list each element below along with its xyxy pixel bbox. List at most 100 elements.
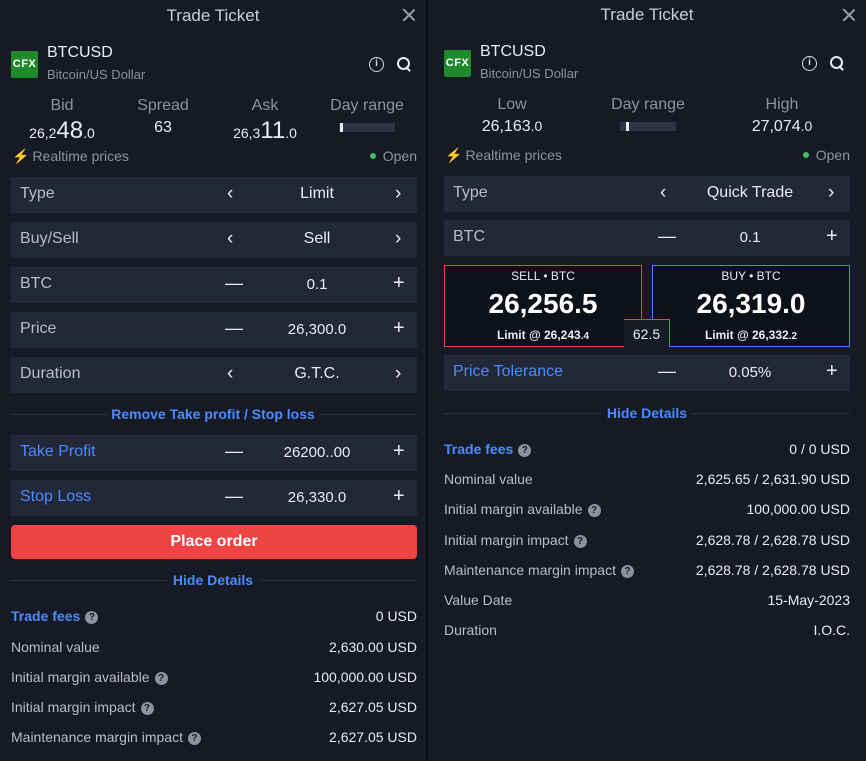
- chevron-right-icon[interactable]: ›: [395, 184, 401, 204]
- value-date-value: 15-May-2023: [767, 592, 851, 608]
- question-icon[interactable]: ?: [573, 535, 587, 548]
- chevron-right-icon[interactable]: ›: [395, 229, 401, 249]
- duration-label: Duration: [20, 365, 81, 382]
- sell-price: 26,256.5: [488, 288, 598, 319]
- duration-label: Duration: [444, 622, 497, 638]
- chevron-right-icon[interactable]: ›: [828, 183, 834, 203]
- instrument-header: CFX BTCUSD Bitcoin/US Dollar i: [428, 42, 866, 82]
- buy-limit: Limit @ 26,332.2: [704, 328, 798, 342]
- divider: [692, 413, 850, 414]
- quantity-value[interactable]: 0.1: [688, 229, 812, 246]
- maintenance-margin-impact-label: Maintenance margin impact?: [444, 562, 634, 578]
- duration-value: G.T.C.: [294, 365, 340, 382]
- close-icon[interactable]: [401, 7, 417, 23]
- maintenance-margin-impact-label: Maintenance margin impact?: [11, 729, 201, 745]
- ask-quote[interactable]: Ask 26,311.0: [226, 97, 304, 145]
- high-quote: High 27,074.0: [742, 96, 822, 136]
- take-profit-stepper: Take Profit — 26200..00 +: [11, 435, 417, 471]
- initial-margin-impact-value: 2,628.78 / 2,628.78 USD: [695, 532, 850, 548]
- divider: [321, 414, 417, 415]
- price-value[interactable]: 26,300.0: [255, 321, 379, 338]
- buy-quick-trade-button[interactable]: BUY • BTC 26,319.0 Limit @ 26,332.2: [652, 265, 850, 347]
- minus-icon[interactable]: —: [658, 361, 676, 382]
- instrument-symbol: BTCUSD: [480, 43, 546, 60]
- cfx-logo: CFX: [444, 50, 471, 77]
- question-icon[interactable]: ?: [620, 565, 634, 578]
- take-profit-value[interactable]: 26200..00: [255, 444, 379, 461]
- info-icon[interactable]: i: [802, 56, 817, 71]
- take-profit-label[interactable]: Take Profit: [20, 443, 96, 461]
- price-tolerance-value[interactable]: 0.05%: [688, 364, 812, 381]
- sell-quick-trade-button[interactable]: SELL • BTC 26,256.5 Limit @ 26,243.4: [444, 265, 642, 347]
- question-icon[interactable]: ?: [587, 504, 601, 517]
- stop-loss-value[interactable]: 26,330.0: [255, 489, 379, 506]
- place-order-button[interactable]: Place order: [11, 525, 417, 559]
- sell-header: SELL • BTC: [511, 269, 575, 283]
- minus-icon[interactable]: —: [658, 226, 676, 247]
- chevron-left-icon[interactable]: ‹: [227, 229, 233, 249]
- question-icon[interactable]: ?: [154, 672, 168, 685]
- quantity-stepper: BTC — 0.1 +: [444, 220, 850, 256]
- stop-loss-stepper: Stop Loss — 26,330.0 +: [11, 480, 417, 516]
- realtime-status: ⚡ Realtime prices: [445, 147, 562, 163]
- trade-fees-label[interactable]: Trade fees?: [11, 608, 99, 624]
- minus-icon[interactable]: —: [225, 486, 243, 507]
- question-icon[interactable]: ?: [85, 611, 99, 624]
- trade-fees-label[interactable]: Trade fees?: [444, 441, 532, 457]
- type-value: Limit: [300, 185, 334, 202]
- day-range-bar: [339, 123, 395, 132]
- ticket-title: Trade Ticket: [166, 6, 260, 25]
- bid-quote[interactable]: Bid 26,248.0: [24, 97, 100, 145]
- price-label: Price: [20, 320, 57, 337]
- chevron-left-icon[interactable]: ‹: [227, 184, 233, 204]
- low-value: 26,163.0: [481, 118, 543, 135]
- search-icon[interactable]: [397, 57, 412, 72]
- close-icon[interactable]: [841, 7, 857, 23]
- price-tolerance-label[interactable]: Price Tolerance: [453, 363, 563, 381]
- trade-fees-value: 0 / 0 USD: [789, 441, 850, 457]
- stop-loss-label[interactable]: Stop Loss: [20, 488, 91, 506]
- high-value: 27,074.0: [751, 118, 813, 135]
- question-icon[interactable]: ?: [518, 444, 532, 457]
- divider: [261, 580, 417, 581]
- nominal-value-label: Nominal value: [11, 639, 100, 655]
- initial-margin-available-label: Initial margin available?: [444, 501, 601, 517]
- initial-margin-available-value: 100,000.00 USD: [313, 669, 417, 685]
- info-icon[interactable]: i: [369, 57, 384, 72]
- bid-label: Bid: [50, 97, 74, 114]
- question-icon[interactable]: ?: [140, 702, 154, 715]
- minus-icon[interactable]: —: [225, 441, 243, 462]
- spread-label: Spread: [137, 97, 189, 114]
- initial-margin-impact-label: Initial margin impact?: [444, 532, 587, 548]
- quantity-value[interactable]: 0.1: [255, 276, 379, 293]
- plus-icon[interactable]: +: [393, 485, 405, 508]
- chevron-left-icon[interactable]: ‹: [660, 183, 666, 203]
- day-range: Day range: [326, 97, 408, 132]
- question-icon[interactable]: ?: [187, 732, 201, 745]
- chevron-left-icon[interactable]: ‹: [227, 364, 233, 384]
- maintenance-margin-impact-value: 2,628.78 / 2,628.78 USD: [695, 562, 850, 578]
- lightning-icon: ⚡: [445, 147, 463, 163]
- search-icon[interactable]: [830, 56, 845, 71]
- spread-value: 62.5: [624, 319, 670, 347]
- market-status: Open: [802, 147, 850, 163]
- plus-icon[interactable]: +: [826, 360, 838, 383]
- initial-margin-available-value: 100,000.00 USD: [746, 501, 850, 517]
- duration-value: I.O.C.: [813, 622, 850, 638]
- chevron-right-icon[interactable]: ›: [395, 364, 401, 384]
- plus-icon[interactable]: +: [393, 317, 405, 340]
- maintenance-margin-impact-value: 2,627.05 USD: [329, 729, 417, 745]
- minus-icon[interactable]: —: [225, 273, 243, 294]
- spread-quote: Spread 63: [128, 97, 198, 137]
- plus-icon[interactable]: +: [826, 225, 838, 248]
- plus-icon[interactable]: +: [393, 440, 405, 463]
- minus-icon[interactable]: —: [225, 318, 243, 339]
- buy-sell-selector: Buy/Sell ‹ Sell ›: [11, 222, 417, 258]
- high-label: High: [765, 96, 799, 113]
- plus-icon[interactable]: +: [393, 272, 405, 295]
- quantity-label: BTC: [20, 275, 52, 292]
- realtime-status: ⚡ Realtime prices: [12, 148, 129, 164]
- price-stepper: Price — 26,300.0 +: [11, 312, 417, 348]
- left-trade-ticket: Trade Ticket CFX BTCUSD Bitcoin/US Dolla…: [0, 0, 426, 761]
- day-range: Day range: [606, 96, 690, 131]
